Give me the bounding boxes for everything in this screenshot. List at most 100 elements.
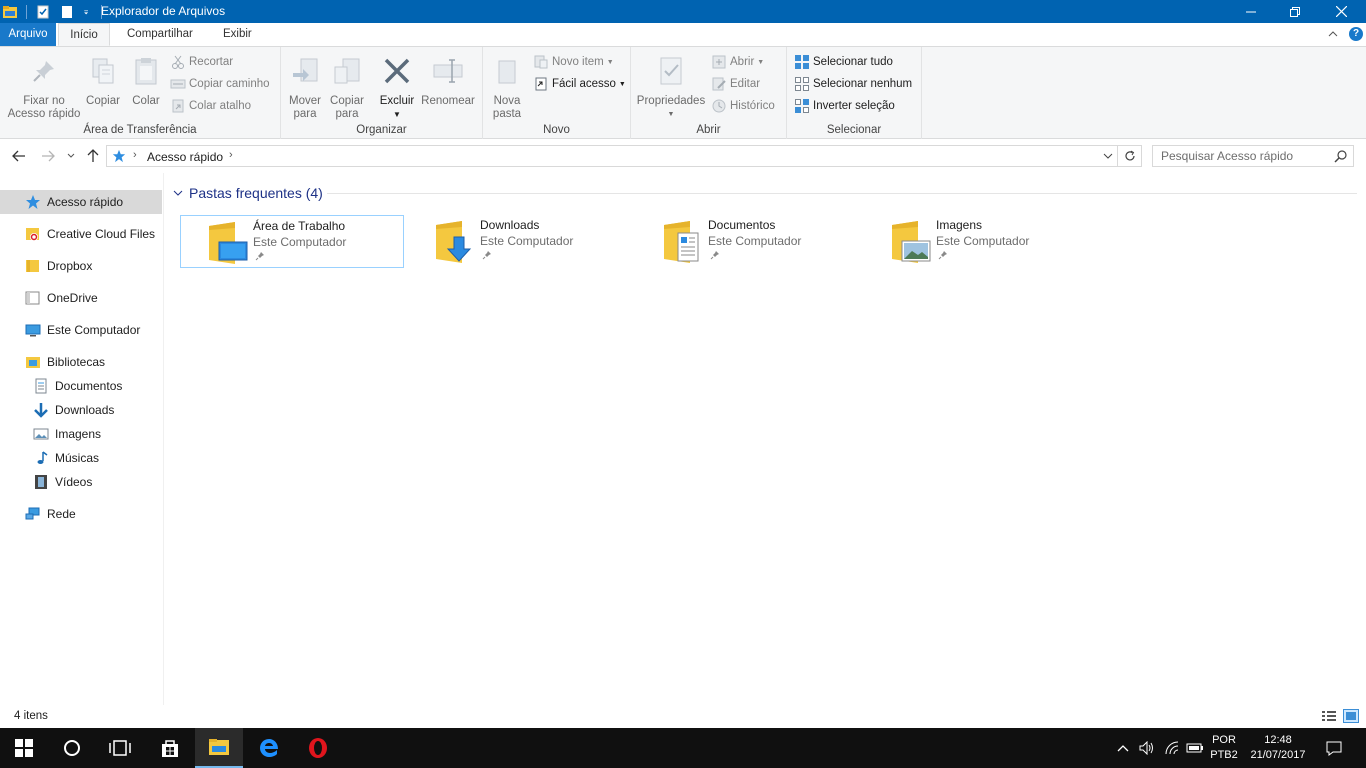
folder-tile-desktop[interactable]: Área de Trabalho Este Computador [180,215,404,268]
details-view-icon[interactable] [1321,709,1337,723]
up-arrow-icon[interactable] [85,148,101,164]
address-bar[interactable]: › Acesso rápido › [106,145,1118,167]
new-folder-button[interactable]: Nova pasta [487,55,527,121]
rename-button[interactable]: Renomear [419,55,477,108]
large-icons-view-icon[interactable] [1343,709,1359,723]
minimize-ribbon-icon[interactable] [1327,28,1339,40]
breadcrumb-separator[interactable]: › [133,149,137,161]
move-to-button[interactable]: Mover para [285,55,325,121]
easy-access-dropdown-icon: ▼ [618,80,626,88]
new-item-button[interactable]: Novo item ▼ [533,53,614,71]
network-icon [25,507,40,520]
minimize-button[interactable] [1228,0,1274,23]
star-icon [112,149,126,163]
search-taskbar-button[interactable] [48,728,96,768]
pin-icon [33,61,54,82]
clipboard-group: Fixar no Acesso rápido Copiar Colar Reco… [0,47,281,139]
file-explorer-taskbar-button[interactable] [195,728,243,768]
clock[interactable]: 12:48 21/07/2017 [1244,733,1312,763]
delete-button[interactable]: Excluir ▼ [377,55,417,121]
properties-button[interactable]: Propriedades ▼ [635,55,707,121]
show-hidden-icons-button[interactable] [1112,728,1134,768]
restore-button[interactable] [1272,0,1318,23]
select-all-button[interactable]: Selecionar tudo [794,53,893,71]
breadcrumb-separator[interactable]: › [229,149,233,161]
paste-button[interactable]: Colar [127,55,165,108]
paste-shortcut-button[interactable]: Colar atalho [170,97,251,115]
tab-view[interactable]: Exibir [212,23,263,46]
search-box [1152,145,1354,167]
properties-icon[interactable] [35,4,51,20]
volume-button[interactable] [1136,728,1158,768]
forward-arrow-icon[interactable] [40,148,56,164]
nav-item-documents[interactable]: Documentos [0,374,162,398]
input-language-indicator[interactable]: POR PTB2 [1206,733,1242,763]
nav-item-dropbox[interactable]: Dropbox [0,254,162,278]
copy-to-button[interactable]: Copiar para [327,55,367,121]
ribbon: Fixar no Acesso rápido Copiar Colar Reco… [0,46,1366,139]
recent-locations-chevron-icon[interactable] [66,148,76,164]
action-center-button[interactable] [1318,728,1350,768]
easy-access-button[interactable]: Fácil acesso ▼ [533,75,626,93]
close-icon [1335,6,1347,17]
properties-dropdown-icon[interactable]: ▼ [635,108,707,121]
nav-item-music[interactable]: Músicas [0,446,162,470]
cortana-circle-icon [64,740,80,756]
address-dropdown-icon[interactable] [1103,151,1113,161]
copy-button[interactable]: Copiar [84,55,122,108]
help-icon[interactable]: ? [1349,27,1363,41]
edge-taskbar-button[interactable] [245,728,293,768]
customize-toolbar-icon[interactable] [83,4,93,20]
breadcrumb-quick-access[interactable]: Acesso rápido [147,150,223,164]
refresh-button[interactable] [1118,145,1142,167]
invert-selection-button[interactable]: Inverter seleção [794,97,895,115]
close-button[interactable] [1318,0,1364,23]
folder-app-icon[interactable] [2,4,18,20]
open-button[interactable]: Abrir ▼ [711,53,764,71]
computer-icon [25,324,41,337]
select-none-button[interactable]: Selecionar nenhum [794,75,912,93]
nav-item-images[interactable]: Imagens [0,422,162,446]
clipboard-group-label: Área de Transferência [83,124,197,136]
open-dropdown-icon: ▼ [757,58,765,66]
opera-taskbar-button[interactable] [294,728,342,768]
select-group: Selecionar tudo Selecionar nenhum Invert… [787,47,922,139]
tab-share[interactable]: Compartilhar [116,23,204,46]
nav-item-this-pc[interactable]: Este Computador [0,318,162,342]
cut-button[interactable]: Recortar [170,53,233,71]
pin-icon [255,252,264,261]
pin-quick-access-button[interactable]: Fixar no Acesso rápido [6,55,82,121]
libraries-icon [26,357,40,368]
nav-item-network[interactable]: Rede [0,502,162,526]
nav-label: Bibliotecas [47,355,106,369]
frequent-folders-header[interactable]: Pastas frequentes (4) [173,185,323,201]
search-icon[interactable] [1334,149,1348,163]
start-button[interactable] [0,728,48,768]
task-view-button[interactable] [96,728,144,768]
folder-tile-downloads[interactable]: Downloads Este Computador [408,215,632,268]
nav-item-videos[interactable]: Vídeos [0,470,162,494]
edit-button[interactable]: Editar [711,75,760,93]
folder-tile-documents[interactable]: Documentos Este Computador [636,215,860,268]
back-arrow-icon[interactable] [11,148,27,164]
new-folder-label-1: Nova [493,95,521,107]
nav-item-creative-cloud[interactable]: Creative Cloud Files [0,222,162,246]
clock-time: 12:48 [1264,734,1292,746]
new-folder-icon[interactable] [59,4,75,20]
tab-home[interactable]: Início [58,23,110,46]
delete-dropdown-icon[interactable]: ▼ [377,108,417,121]
store-app-button[interactable] [146,728,194,768]
history-button[interactable]: Histórico [711,97,775,115]
tab-file[interactable]: Arquivo [0,23,56,46]
open-label: Abrir [730,56,755,68]
title-bar: Explorador de Arquivos [0,0,1366,23]
copy-path-button[interactable]: Copiar caminho [170,75,270,93]
folder-tile-images[interactable]: Imagens Este Computador [864,215,1088,268]
nav-item-libraries[interactable]: Bibliotecas [0,350,162,374]
search-input[interactable] [1153,146,1331,166]
nav-item-onedrive[interactable]: OneDrive [0,286,162,310]
nav-item-quick-access[interactable]: Acesso rápido [0,190,162,214]
battery-button[interactable] [1184,728,1206,768]
nav-item-downloads[interactable]: Downloads [0,398,162,422]
network-tray-button[interactable] [1160,728,1184,768]
